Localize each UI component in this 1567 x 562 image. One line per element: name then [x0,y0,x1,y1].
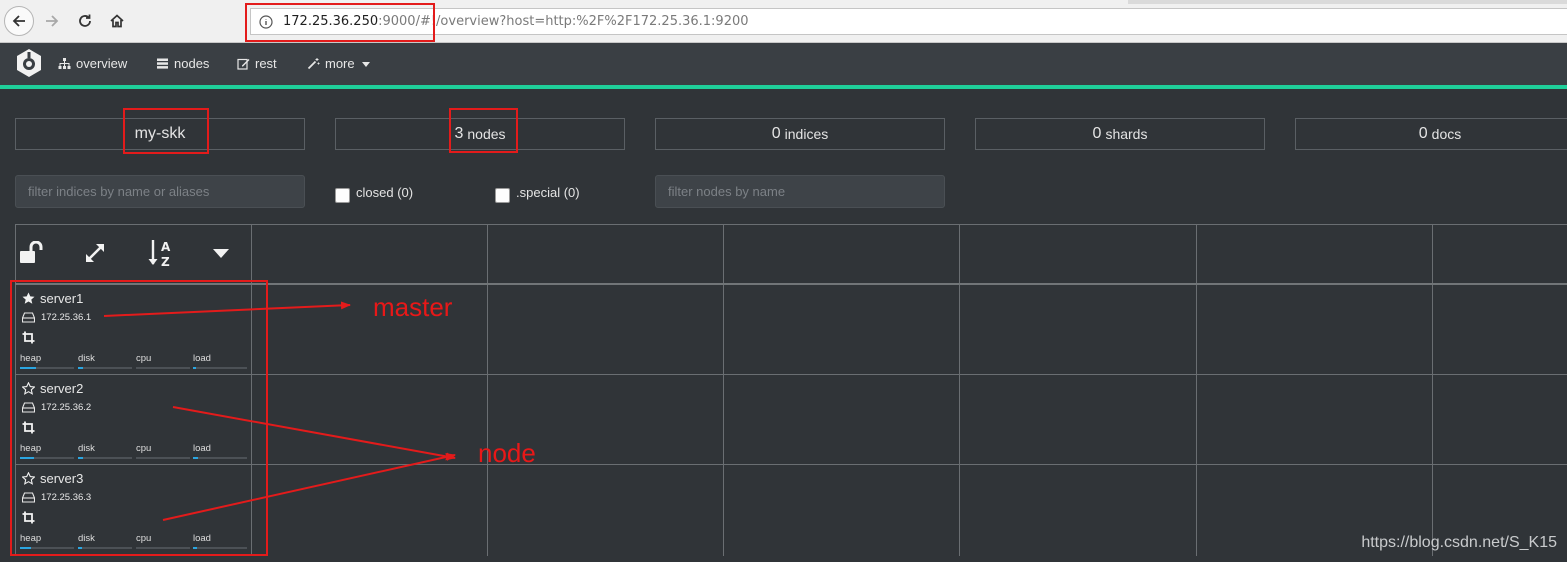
annotation-box-node-list [10,280,268,556]
forward-button[interactable] [37,6,67,36]
back-button[interactable] [4,6,34,36]
navbar-accent-line [0,85,1567,89]
docs-count: 0 [1418,125,1428,142]
nav-more-dropdown[interactable]: more [307,54,370,72]
nav-nodes[interactable]: nodes [156,54,209,72]
closed-checkbox-label: closed (0) [356,185,414,200]
shards-count-box: 0 shards [975,118,1265,150]
address-bar[interactable]: 172.25.36.250:9000/#!/overview?host=http… [250,8,1567,35]
grid-col-line [1196,224,1197,556]
grid-col-line [959,224,960,556]
nav-rest[interactable]: rest [237,54,277,72]
watermark: https://blog.csdn.net/S_K15 [1361,534,1557,551]
nav-rest-label: rest [255,55,277,71]
annotation-box-url [245,3,435,42]
grid-col-line [1432,224,1433,556]
closed-checkbox-box[interactable] [335,188,350,203]
annotation-master-label: master [373,292,453,322]
special-checkbox[interactable]: .special (0) [495,182,580,203]
svg-text:A: A [161,240,171,254]
indices-count: 0 [771,125,781,142]
arrow-left-icon [12,15,25,27]
filter-nodes-input[interactable]: filter nodes by name [655,175,945,208]
shards-count: 0 [1092,125,1102,142]
page: 172.25.36.250:9000/#!/overview?host=http… [0,0,1567,562]
caret-down-icon [361,61,370,67]
closed-checkbox[interactable]: closed (0) [335,182,413,203]
server-icon [157,58,168,69]
docs-count-label: docs [1431,126,1462,142]
annotation-box-nodes [449,108,518,153]
nav-nodes-label: nodes [174,55,210,71]
grid-col-line [723,224,724,556]
home-icon [110,14,124,28]
expand-icon [86,244,104,262]
expand-button[interactable] [83,241,107,265]
sort-alpha-icon: AZ [148,240,171,268]
svg-text:Z: Z [161,255,170,268]
unlock-button[interactable] [19,241,45,265]
filter-indices-placeholder: filter indices by name or aliases [28,184,210,199]
grid-col-line [487,224,488,556]
tab-strip [1128,0,1567,4]
filter-nodes-placeholder: filter nodes by name [668,184,786,199]
home-button[interactable] [102,6,132,36]
unlock-icon [20,241,43,263]
reload-button[interactable] [70,6,100,36]
filter-indices-input[interactable]: filter indices by name or aliases [15,175,305,208]
docs-count-box: 0 docs [1295,118,1567,150]
nav-more-label: more [325,55,355,71]
cerebro-logo-icon[interactable] [13,47,45,79]
edit-icon [237,58,250,70]
nav-overview[interactable]: overview [58,54,127,72]
browser-toolbar: 172.25.36.250:9000/#!/overview?host=http… [0,0,1567,43]
special-checkbox-label: .special (0) [516,185,580,200]
nav-overview-label: overview [76,55,128,71]
caret-down-icon [213,249,229,258]
magic-wand-icon [307,57,320,69]
annotation-node-label: node [478,438,536,468]
app-navbar [0,43,1567,85]
reload-icon [79,14,91,27]
indices-count-label: indices [784,126,829,142]
sort-az-button[interactable]: AZ [148,238,176,268]
special-checkbox-box[interactable] [495,188,510,203]
annotation-box-cluster [123,108,209,154]
dropdown-button[interactable] [212,248,230,260]
indices-count-box: 0 indices [655,118,945,150]
arrow-right-icon [46,15,59,27]
shards-count-label: shards [1105,126,1148,142]
sitemap-icon [58,57,71,69]
